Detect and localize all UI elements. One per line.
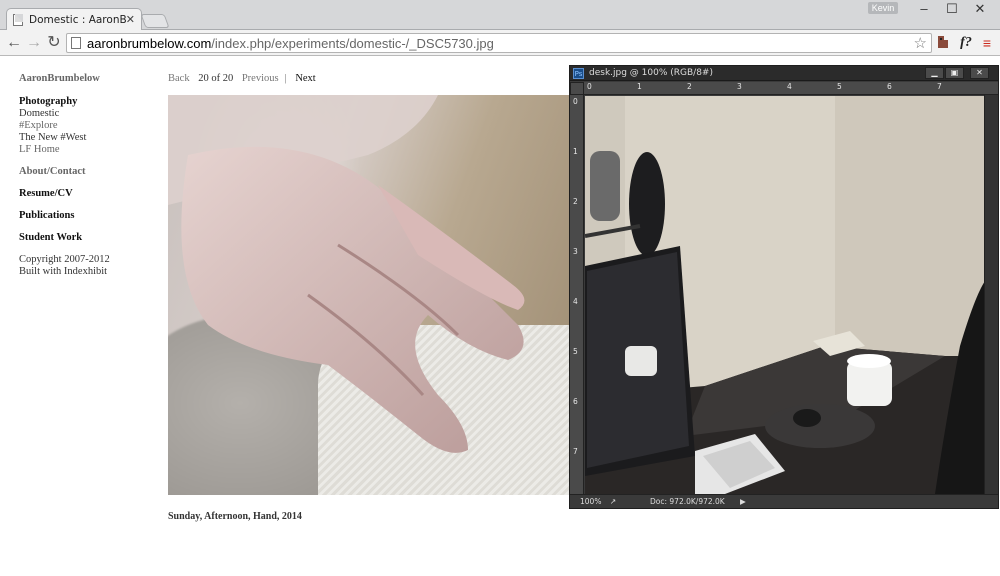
browser-tab[interactable]: Domestic : AaronBrumbelow ✕ [6,8,142,30]
maximize-button[interactable]: ☐ [938,1,966,19]
reload-button[interactable]: ↻ [44,33,64,53]
nav-link-lf-home[interactable]: LF Home [19,144,110,156]
nav-section-resume: Resume/CV [19,188,110,200]
ruler-top-tick-label: 5 [837,82,842,91]
nav-heading-publications[interactable]: Publications [19,210,110,222]
new-tab-button[interactable] [140,14,170,28]
ps-vertical-scrollbar[interactable] [984,95,998,495]
ps-zoom-level[interactable]: 100% [580,495,601,508]
ruler-top-tick-label: 4 [787,82,792,91]
nav-link-new-west[interactable]: The New #West [19,132,110,144]
page-icon [71,37,81,49]
ps-canvas[interactable] [585,96,985,494]
browser-titlebar: Domestic : AaronBrumbelow ✕ Kevin – ☐ ✕ [0,0,1000,30]
ps-maximize-button[interactable]: ▣ [945,67,964,79]
nav-heading-photography[interactable]: Photography [19,96,110,108]
photo-caption: Sunday, Afternoon, Hand, 2014 [168,511,302,522]
ps-doc-info: Doc: 972.0K/972.0K [650,497,725,506]
ruler-left-tick-label: 0 [573,97,578,106]
ruler-top-tick-label: 7 [937,82,942,91]
close-window-button[interactable]: ✕ [966,1,994,19]
previous-link[interactable]: Previous [242,73,279,84]
back-link[interactable]: Back [168,73,190,84]
ruler-left-tick-label: 4 [573,297,578,306]
address-bar[interactable]: aaronbrumbelow.com/index.php/experiments… [66,33,932,53]
ruler-left-tick-label: 6 [573,397,578,406]
photoshop-logo-icon: Ps [573,67,584,79]
minimize-button[interactable]: – [910,1,938,19]
site-name-link[interactable]: AaronBrumbelow [19,73,110,85]
forward-button[interactable]: → [24,33,44,53]
ps-document-title: desk.jpg @ 100% (RGB/8#) [589,68,713,78]
ruler-corner[interactable] [570,82,584,95]
photoshop-document-window[interactable]: Ps desk.jpg @ 100% (RGB/8#) ▁ ▣ ✕ 0 1 2 3 4 5… [569,65,999,509]
image-pager: Back 20 of 20 Previous | Next [168,73,322,84]
site-sidebar: AaronBrumbelow Photography Domestic #Exp… [19,73,110,278]
extension-icon[interactable] [936,34,950,52]
url-text[interactable]: aaronbrumbelow.com/index.php/experiments… [87,36,494,51]
nav-section-about: About/Contact [19,166,110,178]
ps-status-menu-arrow-icon[interactable]: ▶ [740,495,746,508]
gallery-photo[interactable] [168,95,570,495]
nav-section-student-work: Student Work [19,232,110,244]
nav-heading-student-work[interactable]: Student Work [19,232,110,244]
copyright-text: Copyright 2007-2012 [19,254,110,265]
ps-status-bar: 100% ↗ Doc: 972.0K/972.0K ▶ [570,494,998,508]
ruler-top-tick-label: 6 [887,82,892,91]
ruler-top-tick-label: 2 [687,82,692,91]
menu-icon[interactable]: ≡ [980,34,994,52]
ruler-horizontal[interactable]: 0 1 2 3 4 5 6 7 [584,82,998,95]
pager-separator: | [284,73,287,84]
ps-close-button[interactable]: ✕ [970,67,989,79]
nav-link-explore[interactable]: #Explore [19,120,110,132]
ps-minimize-button[interactable]: ▁ [925,67,944,79]
ruler-left-tick-label: 1 [573,147,578,156]
profile-badge[interactable]: Kevin [868,2,898,14]
formula-extension-icon[interactable]: f? [956,34,976,52]
page-icon [13,13,23,26]
ruler-left-tick-label: 3 [573,247,578,256]
ruler-top-tick-label: 3 [737,82,742,91]
nav-section-photography: Photography Domestic #Explore The New #W… [19,96,110,156]
ruler-left-tick-label: 2 [573,197,578,206]
nav-link-domestic[interactable]: Domestic [19,108,110,120]
ruler-top-tick-label: 0 [587,82,592,91]
built-with-text[interactable]: Built with Indexhibit [19,266,110,278]
next-link[interactable]: Next [295,73,315,84]
ruler-left-tick-label: 7 [573,447,578,456]
ruler-top-tick-label: 1 [637,82,642,91]
ruler-left-tick-label: 5 [573,347,578,356]
nav-heading-resume[interactable]: Resume/CV [19,188,110,200]
back-button[interactable]: ← [4,33,24,53]
ps-titlebar[interactable]: Ps desk.jpg @ 100% (RGB/8#) ▁ ▣ ✕ [570,66,998,81]
tab-close-icon[interactable]: ✕ [126,13,135,26]
site-footer: Copyright 2007-2012 Built with Indexhibi… [19,254,110,278]
ps-export-icon[interactable]: ↗ [610,495,616,508]
nav-section-publications: Publications [19,210,110,222]
browser-toolbar: ← → ↻ aaronbrumbelow.com/index.php/exper… [0,30,1000,56]
photo-hand [168,95,525,453]
desk-photo [585,96,985,494]
page-position: 20 of 20 [198,73,234,84]
star-icon[interactable]: ☆ [914,34,927,52]
ruler-vertical[interactable]: 0 1 2 3 4 5 6 7 [570,95,584,495]
nav-link-about-contact[interactable]: About/Contact [19,166,110,178]
tab-title: Domestic : AaronBrumbelow [29,13,126,26]
